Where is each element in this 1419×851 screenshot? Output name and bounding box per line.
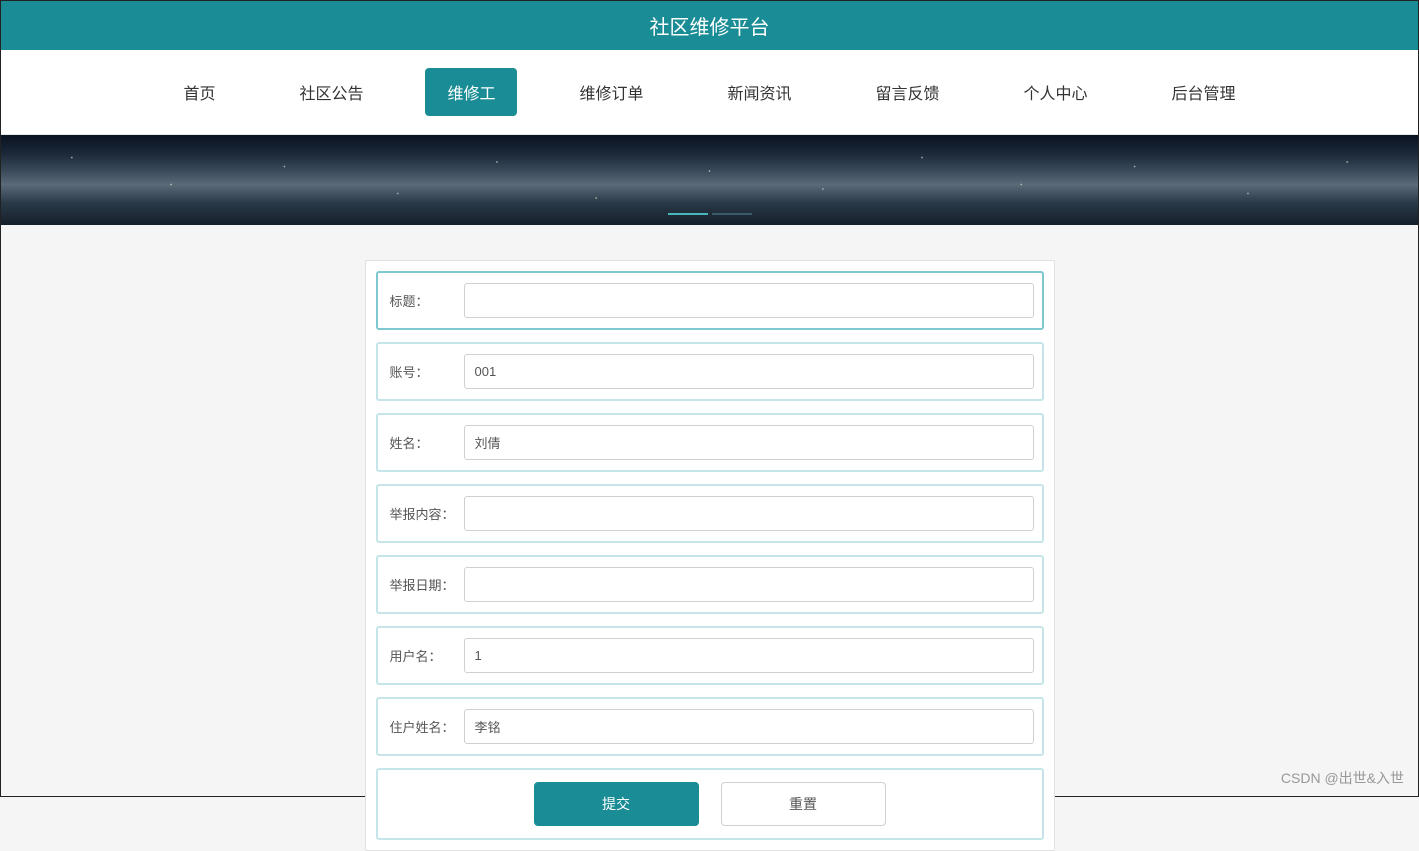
input-account[interactable]	[464, 354, 1034, 389]
form-row-title: 标题：	[376, 271, 1044, 330]
nav-item-admin[interactable]: 后台管理	[1150, 68, 1258, 116]
nav-bar: 首页 社区公告 维修工 维修订单 新闻资讯 留言反馈 个人中心 后台管理	[1, 50, 1418, 135]
nav-inner: 首页 社区公告 维修工 维修订单 新闻资讯 留言反馈 个人中心 后台管理	[1, 68, 1418, 116]
form-row-name: 姓名：	[376, 413, 1044, 472]
input-report-date[interactable]	[464, 567, 1034, 602]
label-username: 用户名：	[386, 646, 464, 665]
form-row-resident-name: 住户姓名：	[376, 697, 1044, 756]
button-row: 提交 重置	[376, 768, 1044, 840]
watermark: CSDN @出世&入世	[1281, 768, 1404, 788]
input-report-content[interactable]	[464, 496, 1034, 531]
form-row-username: 用户名：	[376, 626, 1044, 685]
label-account: 账号：	[386, 362, 464, 381]
banner-image	[1, 135, 1418, 225]
form-row-report-content: 举报内容：	[376, 484, 1044, 543]
nav-item-repairman[interactable]: 维修工	[425, 68, 517, 116]
input-username[interactable]	[464, 638, 1034, 673]
input-title[interactable]	[464, 283, 1034, 318]
label-title: 标题：	[386, 291, 464, 310]
form-row-account: 账号：	[376, 342, 1044, 401]
nav-item-orders[interactable]: 维修订单	[557, 68, 665, 116]
nav-item-profile[interactable]: 个人中心	[1002, 68, 1110, 116]
nav-item-notice[interactable]: 社区公告	[277, 68, 385, 116]
input-resident-name[interactable]	[464, 709, 1034, 744]
nav-item-home[interactable]: 首页	[161, 68, 237, 116]
form-row-report-date: 举报日期：	[376, 555, 1044, 614]
label-resident-name: 住户姓名：	[386, 717, 464, 736]
banner-indicator[interactable]	[668, 213, 752, 215]
nav-item-feedback[interactable]: 留言反馈	[854, 68, 962, 116]
banner-dot-2[interactable]	[712, 213, 752, 215]
banner-dot-1[interactable]	[668, 213, 708, 215]
submit-button[interactable]: 提交	[534, 782, 699, 826]
label-report-content: 举报内容：	[386, 504, 464, 523]
header-bar: 社区维修平台	[1, 1, 1418, 50]
nav-item-news[interactable]: 新闻资讯	[706, 68, 814, 116]
form-card: 标题： 账号： 姓名： 举报内容： 举报日期： 用户名： 住户姓名：	[365, 260, 1055, 851]
content-area: 标题： 账号： 姓名： 举报内容： 举报日期： 用户名： 住户姓名：	[1, 225, 1418, 851]
label-name: 姓名：	[386, 433, 464, 452]
input-name[interactable]	[464, 425, 1034, 460]
label-report-date: 举报日期：	[386, 575, 464, 594]
reset-button[interactable]: 重置	[721, 782, 886, 826]
site-title: 社区维修平台	[650, 17, 770, 39]
